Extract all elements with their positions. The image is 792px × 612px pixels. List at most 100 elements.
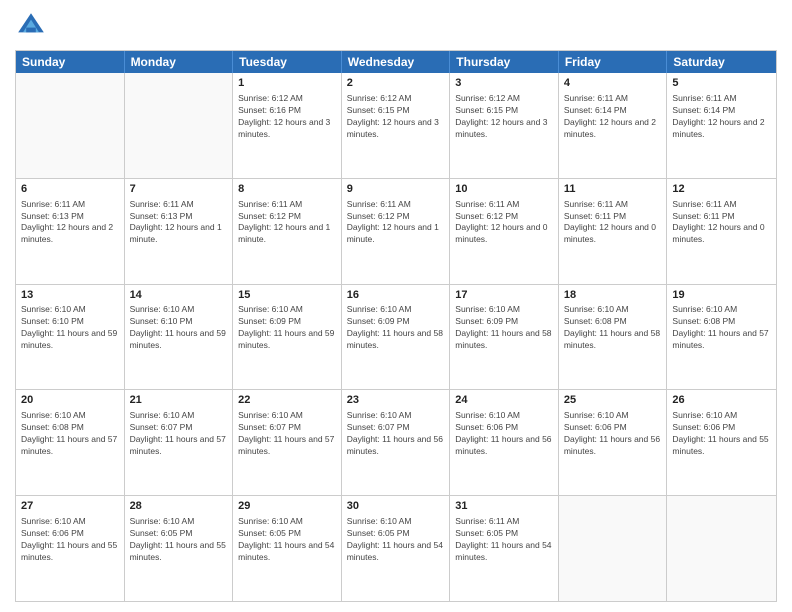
day-number: 24: [455, 393, 553, 408]
day-number: 1: [238, 76, 336, 91]
day-info: Sunrise: 6:11 AM Sunset: 6:13 PM Dayligh…: [21, 199, 119, 247]
day-info: Sunrise: 6:12 AM Sunset: 6:15 PM Dayligh…: [455, 93, 553, 141]
header-day-wednesday: Wednesday: [342, 51, 451, 73]
day-number: 9: [347, 182, 445, 197]
day-number: 6: [21, 182, 119, 197]
day-number: 23: [347, 393, 445, 408]
day-number: 21: [130, 393, 228, 408]
day-info: Sunrise: 6:10 AM Sunset: 6:09 PM Dayligh…: [238, 304, 336, 352]
day-number: 15: [238, 288, 336, 303]
calendar-row-4: 20 Sunrise: 6:10 AM Sunset: 6:08 PM Dayli…: [16, 389, 776, 495]
day-number: 26: [672, 393, 771, 408]
calendar-row-2: 6 Sunrise: 6:11 AM Sunset: 6:13 PM Daylig…: [16, 178, 776, 284]
day-info: Sunrise: 6:10 AM Sunset: 6:09 PM Dayligh…: [347, 304, 445, 352]
day-cell-13: 13Sunrise: 6:10 AM Sunset: 6:10 PM Dayli…: [16, 285, 125, 390]
day-info: Sunrise: 6:11 AM Sunset: 6:14 PM Dayligh…: [564, 93, 662, 141]
day-cell-14: 14Sunrise: 6:10 AM Sunset: 6:10 PM Dayli…: [125, 285, 234, 390]
day-info: Sunrise: 6:10 AM Sunset: 6:07 PM Dayligh…: [130, 410, 228, 458]
day-number: 20: [21, 393, 119, 408]
day-number: 19: [672, 288, 771, 303]
header-day-tuesday: Tuesday: [233, 51, 342, 73]
day-info: Sunrise: 6:10 AM Sunset: 6:06 PM Dayligh…: [564, 410, 662, 458]
calendar-row-3: 13Sunrise: 6:10 AM Sunset: 6:10 PM Dayli…: [16, 284, 776, 390]
day-cell-18: 18Sunrise: 6:10 AM Sunset: 6:08 PM Dayli…: [559, 285, 668, 390]
day-number: 30: [347, 499, 445, 514]
day-number: 3: [455, 76, 553, 91]
day-info: Sunrise: 6:11 AM Sunset: 6:11 PM Dayligh…: [564, 199, 662, 247]
day-info: Sunrise: 6:11 AM Sunset: 6:05 PM Dayligh…: [455, 516, 553, 564]
day-number: 13: [21, 288, 119, 303]
day-cell-3: 3 Sunrise: 6:12 AM Sunset: 6:15 PM Daylig…: [450, 73, 559, 178]
header-day-friday: Friday: [559, 51, 668, 73]
logo-icon: [15, 10, 47, 42]
day-info: Sunrise: 6:10 AM Sunset: 6:05 PM Dayligh…: [238, 516, 336, 564]
day-cell-12: 12Sunrise: 6:11 AM Sunset: 6:11 PM Dayli…: [667, 179, 776, 284]
header-day-thursday: Thursday: [450, 51, 559, 73]
day-cell-22: 22 Sunrise: 6:10 AM Sunset: 6:07 PM Dayli…: [233, 390, 342, 495]
empty-cell: [559, 496, 668, 601]
day-info: Sunrise: 6:10 AM Sunset: 6:07 PM Dayligh…: [238, 410, 336, 458]
day-cell-31: 31 Sunrise: 6:11 AM Sunset: 6:05 PM Dayli…: [450, 496, 559, 601]
day-number: 25: [564, 393, 662, 408]
day-number: 27: [21, 499, 119, 514]
day-number: 22: [238, 393, 336, 408]
logo: [15, 10, 51, 42]
day-info: Sunrise: 6:10 AM Sunset: 6:06 PM Dayligh…: [455, 410, 553, 458]
day-number: 16: [347, 288, 445, 303]
day-info: Sunrise: 6:12 AM Sunset: 6:15 PM Dayligh…: [347, 93, 445, 141]
day-cell-21: 21 Sunrise: 6:10 AM Sunset: 6:07 PM Dayli…: [125, 390, 234, 495]
day-cell-2: 2Sunrise: 6:12 AM Sunset: 6:15 PM Daylig…: [342, 73, 451, 178]
day-cell-28: 28 Sunrise: 6:10 AM Sunset: 6:05 PM Dayli…: [125, 496, 234, 601]
header-day-saturday: Saturday: [667, 51, 776, 73]
day-number: 14: [130, 288, 228, 303]
day-cell-7: 7 Sunrise: 6:11 AM Sunset: 6:13 PM Daylig…: [125, 179, 234, 284]
day-cell-27: 27 Sunrise: 6:10 AM Sunset: 6:06 PM Dayli…: [16, 496, 125, 601]
day-cell-8: 8 Sunrise: 6:11 AM Sunset: 6:12 PM Daylig…: [233, 179, 342, 284]
empty-cell: [667, 496, 776, 601]
day-cell-24: 24 Sunrise: 6:10 AM Sunset: 6:06 PM Dayli…: [450, 390, 559, 495]
day-info: Sunrise: 6:10 AM Sunset: 6:08 PM Dayligh…: [672, 304, 771, 352]
day-cell-26: 26 Sunrise: 6:10 AM Sunset: 6:06 PM Dayli…: [667, 390, 776, 495]
day-cell-30: 30Sunrise: 6:10 AM Sunset: 6:05 PM Dayli…: [342, 496, 451, 601]
header-day-monday: Monday: [125, 51, 234, 73]
day-info: Sunrise: 6:10 AM Sunset: 6:05 PM Dayligh…: [130, 516, 228, 564]
day-number: 4: [564, 76, 662, 91]
day-info: Sunrise: 6:10 AM Sunset: 6:06 PM Dayligh…: [21, 516, 119, 564]
day-info: Sunrise: 6:10 AM Sunset: 6:09 PM Dayligh…: [455, 304, 553, 352]
day-cell-9: 9 Sunrise: 6:11 AM Sunset: 6:12 PM Daylig…: [342, 179, 451, 284]
day-cell-11: 11Sunrise: 6:11 AM Sunset: 6:11 PM Dayli…: [559, 179, 668, 284]
day-cell-23: 23Sunrise: 6:10 AM Sunset: 6:07 PM Dayli…: [342, 390, 451, 495]
calendar-body: 1 Sunrise: 6:12 AM Sunset: 6:16 PM Daylig…: [16, 73, 776, 601]
day-cell-17: 17Sunrise: 6:10 AM Sunset: 6:09 PM Dayli…: [450, 285, 559, 390]
day-number: 8: [238, 182, 336, 197]
day-cell-5: 5Sunrise: 6:11 AM Sunset: 6:14 PM Daylig…: [667, 73, 776, 178]
day-info: Sunrise: 6:10 AM Sunset: 6:08 PM Dayligh…: [21, 410, 119, 458]
day-number: 28: [130, 499, 228, 514]
day-info: Sunrise: 6:10 AM Sunset: 6:06 PM Dayligh…: [672, 410, 771, 458]
day-info: Sunrise: 6:12 AM Sunset: 6:16 PM Dayligh…: [238, 93, 336, 141]
day-info: Sunrise: 6:11 AM Sunset: 6:13 PM Dayligh…: [130, 199, 228, 247]
header: [15, 10, 777, 42]
day-cell-16: 16Sunrise: 6:10 AM Sunset: 6:09 PM Dayli…: [342, 285, 451, 390]
day-number: 31: [455, 499, 553, 514]
day-info: Sunrise: 6:11 AM Sunset: 6:14 PM Dayligh…: [672, 93, 771, 141]
day-info: Sunrise: 6:11 AM Sunset: 6:12 PM Dayligh…: [347, 199, 445, 247]
day-info: Sunrise: 6:10 AM Sunset: 6:10 PM Dayligh…: [21, 304, 119, 352]
day-cell-25: 25 Sunrise: 6:10 AM Sunset: 6:06 PM Dayli…: [559, 390, 668, 495]
calendar: SundayMondayTuesdayWednesdayThursdayFrid…: [15, 50, 777, 602]
day-info: Sunrise: 6:11 AM Sunset: 6:12 PM Dayligh…: [455, 199, 553, 247]
day-number: 29: [238, 499, 336, 514]
calendar-row-1: 1 Sunrise: 6:12 AM Sunset: 6:16 PM Daylig…: [16, 73, 776, 178]
empty-cell: [125, 73, 234, 178]
empty-cell: [16, 73, 125, 178]
day-info: Sunrise: 6:11 AM Sunset: 6:12 PM Dayligh…: [238, 199, 336, 247]
header-day-sunday: Sunday: [16, 51, 125, 73]
day-cell-6: 6 Sunrise: 6:11 AM Sunset: 6:13 PM Daylig…: [16, 179, 125, 284]
day-cell-20: 20 Sunrise: 6:10 AM Sunset: 6:08 PM Dayli…: [16, 390, 125, 495]
day-cell-4: 4 Sunrise: 6:11 AM Sunset: 6:14 PM Daylig…: [559, 73, 668, 178]
day-info: Sunrise: 6:11 AM Sunset: 6:11 PM Dayligh…: [672, 199, 771, 247]
day-number: 7: [130, 182, 228, 197]
day-info: Sunrise: 6:10 AM Sunset: 6:10 PM Dayligh…: [130, 304, 228, 352]
day-cell-19: 19Sunrise: 6:10 AM Sunset: 6:08 PM Dayli…: [667, 285, 776, 390]
day-cell-15: 15Sunrise: 6:10 AM Sunset: 6:09 PM Dayli…: [233, 285, 342, 390]
